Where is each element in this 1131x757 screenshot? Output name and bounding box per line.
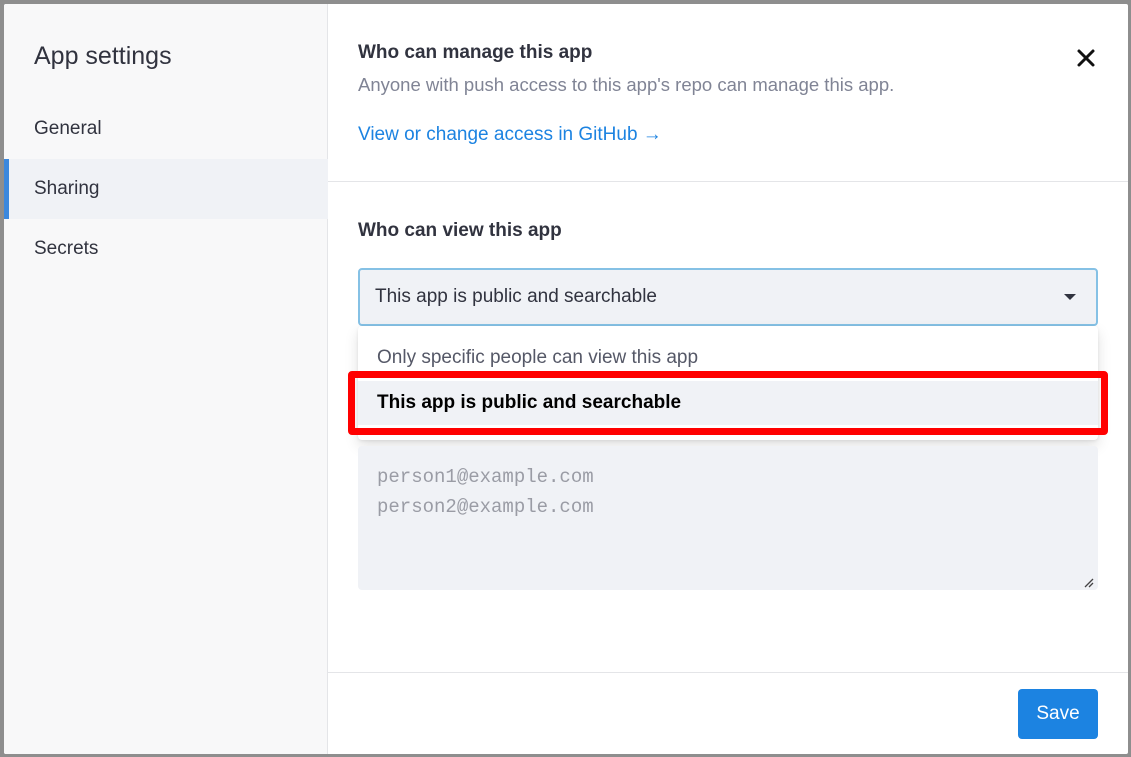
settings-sidebar: App settings General Sharing Secrets [4,4,328,754]
sidebar-item-secrets[interactable]: Secrets [4,219,328,279]
sidebar-item-sharing[interactable]: Sharing [4,159,328,219]
emails-textarea[interactable] [358,446,1098,590]
option-public-searchable[interactable]: This app is public and searchable [358,381,1098,425]
github-access-link[interactable]: View or change access in GitHub → [358,124,662,146]
manage-section-title: Who can manage this app [358,42,593,63]
view-section-title: Who can view this app [358,220,562,241]
resize-grip-icon[interactable] [1082,576,1094,588]
view-access-dropdown: Only specific people can view this app T… [358,326,1098,440]
close-button[interactable] [1074,46,1098,70]
select-value: This app is public and searchable [375,286,658,307]
footer-divider [328,672,1128,673]
sidebar-item-general[interactable]: General [4,99,328,159]
section-divider [328,181,1128,182]
chevron-down-icon [1064,294,1076,300]
close-icon [1077,49,1095,67]
manage-description: Anyone with push access to this app's re… [358,74,895,95]
settings-main: Who can manage this app Anyone with push… [328,4,1128,754]
save-button[interactable]: Save [1018,689,1098,739]
sidebar-title: App settings [34,42,172,70]
view-access-select[interactable]: This app is public and searchable [358,268,1098,326]
app-settings-modal: App settings General Sharing Secrets Who… [4,4,1128,754]
option-specific-people[interactable]: Only specific people can view this app [358,336,1098,380]
